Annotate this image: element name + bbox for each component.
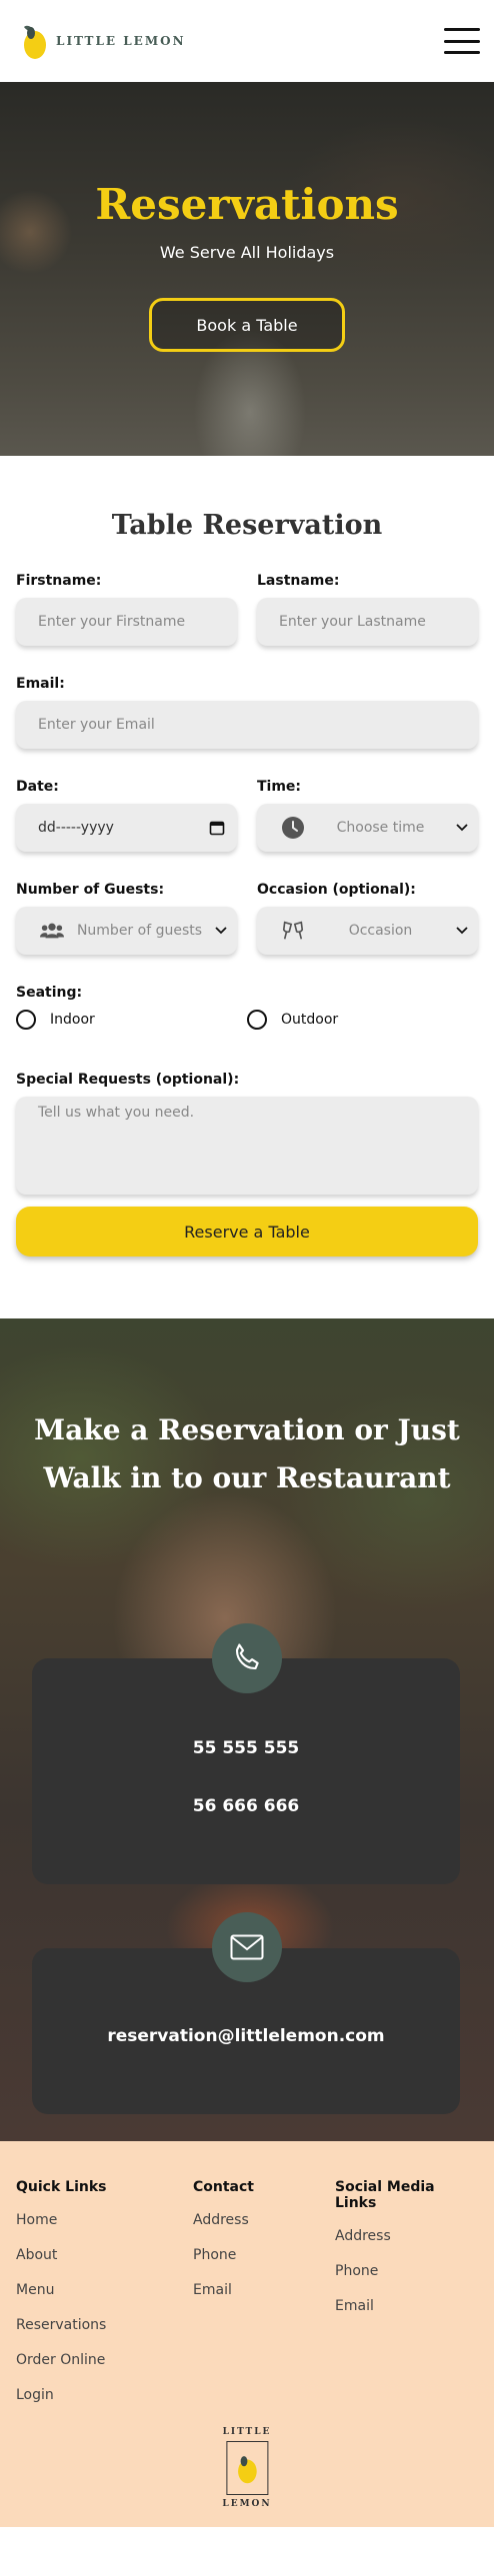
chevron-down-icon — [215, 927, 227, 935]
seating-outdoor-label: Outdoor — [281, 1012, 339, 1028]
phone-number-2[interactable]: 56 666 666 — [32, 1796, 460, 1816]
reservation-form: Table Reservation Firstname: Enter your … — [0, 456, 494, 1318]
time-placeholder: Choose time — [336, 820, 425, 836]
email-address[interactable]: reservation@littlelemon.com — [32, 2026, 460, 2046]
seating-options: Indoor Outdoor — [16, 1010, 478, 1030]
site-header: LITTLE LEMON — [0, 0, 494, 82]
contact-title-line1: Make a Reservation or Just — [34, 1413, 460, 1446]
menu-icon[interactable] — [444, 28, 480, 54]
book-table-button[interactable]: Book a Table — [149, 298, 345, 352]
footer-link-about[interactable]: About — [16, 2246, 193, 2265]
seating-label: Seating: — [16, 985, 83, 1001]
chevron-down-icon — [456, 824, 468, 832]
footer-social-phone[interactable]: Phone — [335, 2262, 478, 2281]
requests-textarea[interactable]: Tell us what you need. — [16, 1097, 478, 1195]
brand-name: LITTLE LEMON — [56, 34, 186, 48]
footer-logo-top: LITTLE — [222, 2427, 272, 2437]
form-title: Table Reservation — [111, 510, 383, 541]
hero-title: Reservations — [95, 180, 399, 229]
footer-link-home[interactable]: Home — [16, 2211, 193, 2230]
requests-placeholder: Tell us what you need. — [38, 1105, 195, 1121]
phone-number-1[interactable]: 55 555 555 — [32, 1738, 460, 1758]
footer-contact-address[interactable]: Address — [193, 2211, 335, 2230]
footer-logo[interactable]: LITTLE LEMON — [222, 2427, 271, 2509]
guests-placeholder: Number of guests — [76, 923, 203, 939]
date-value: dd-----yyyy — [38, 820, 114, 836]
lastname-input[interactable]: Enter your Lastname — [257, 598, 478, 646]
contact-section: Make a Reservation or Just Walk in to ou… — [0, 1318, 494, 2141]
social-column: Social Media Links Address Phone Email — [335, 2179, 478, 2421]
site-footer: Quick Links Home About Menu Reservations… — [0, 2141, 494, 2527]
date-label: Date: — [16, 779, 59, 795]
footer-contact-phone[interactable]: Phone — [193, 2246, 335, 2265]
email-label: Email: — [16, 676, 65, 692]
lastname-label: Lastname: — [257, 573, 340, 589]
guests-label: Number of Guests: — [16, 882, 165, 898]
seating-indoor-option[interactable]: Indoor — [16, 1010, 247, 1030]
footer-link-login[interactable]: Login — [16, 2386, 193, 2405]
phone-icon — [212, 1623, 282, 1693]
footer-link-order-online[interactable]: Order Online — [16, 2351, 193, 2370]
calendar-icon[interactable] — [209, 820, 225, 836]
occasion-select[interactable]: Occasion — [257, 907, 478, 955]
date-input[interactable]: dd-----yyyy — [16, 804, 237, 852]
seating-outdoor-option[interactable]: Outdoor — [247, 1010, 478, 1030]
people-icon — [40, 919, 64, 943]
clock-icon — [281, 816, 305, 840]
occasion-label: Occasion (optional): — [257, 882, 416, 898]
lastname-placeholder: Enter your Lastname — [279, 614, 426, 630]
email-placeholder: Enter your Email — [38, 717, 155, 733]
footer-social-email[interactable]: Email — [335, 2297, 478, 2316]
footer-social-address[interactable]: Address — [335, 2227, 478, 2246]
footer-logo-bottom: LEMON — [222, 2499, 272, 2509]
occasion-placeholder: Occasion — [348, 923, 413, 939]
cheers-icon — [281, 919, 305, 943]
contact-title-line2: Walk in to our Restaurant — [43, 1461, 451, 1494]
logo[interactable]: LITTLE LEMON — [22, 21, 186, 61]
contact-title: Make a Reservation or Just Walk in to ou… — [0, 1406, 494, 1502]
chevron-down-icon — [456, 927, 468, 935]
reserve-table-button[interactable]: Reserve a Table — [16, 1207, 478, 1257]
contact-column: Contact Address Phone Email — [193, 2179, 335, 2421]
lemon-logo-icon — [24, 25, 46, 59]
hero-banner: Reservations We Serve All Holidays Book … — [0, 82, 494, 456]
time-select[interactable]: Choose time — [257, 804, 478, 852]
footer-contact-email[interactable]: Email — [193, 2281, 335, 2300]
time-label: Time: — [257, 779, 302, 795]
email-input[interactable]: Enter your Email — [16, 701, 478, 749]
quick-links-heading: Quick Links — [16, 2179, 107, 2195]
radio-outdoor[interactable] — [247, 1010, 267, 1030]
social-heading: Social Media Links — [335, 2179, 435, 2211]
footer-lemon-icon — [226, 2441, 268, 2495]
footer-link-reservations[interactable]: Reservations — [16, 2316, 193, 2335]
footer-link-menu[interactable]: Menu — [16, 2281, 193, 2300]
envelope-icon — [212, 1912, 282, 1982]
seating-indoor-label: Indoor — [50, 1012, 95, 1028]
radio-indoor[interactable] — [16, 1010, 36, 1030]
firstname-input[interactable]: Enter your Firstname — [16, 598, 237, 646]
hero-subtitle: We Serve All Holidays — [159, 243, 335, 262]
requests-label: Special Requests (optional): — [16, 1072, 240, 1088]
firstname-placeholder: Enter your Firstname — [38, 614, 186, 630]
quick-links-column: Quick Links Home About Menu Reservations… — [16, 2179, 193, 2421]
guests-select[interactable]: Number of guests — [16, 907, 237, 955]
firstname-label: Firstname: — [16, 573, 102, 589]
contact-heading: Contact — [193, 2179, 254, 2195]
